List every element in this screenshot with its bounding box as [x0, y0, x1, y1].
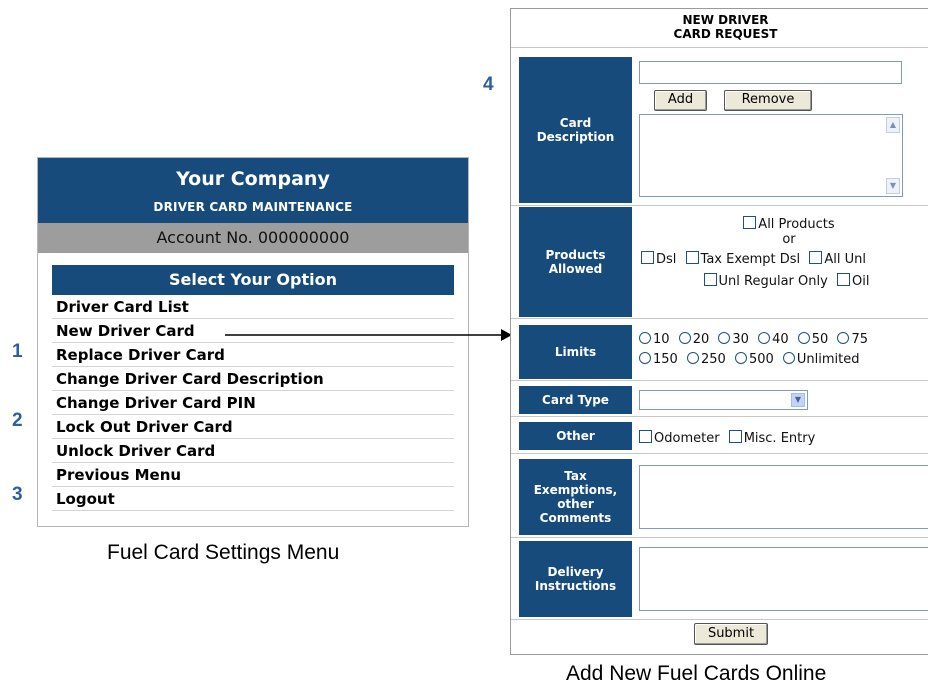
all-unl-label: All Unl — [824, 252, 866, 267]
limit-radio[interactable] — [718, 332, 731, 344]
limit-option-label: 20 — [692, 332, 710, 347]
menu-item-change-pin[interactable]: Change Driver Card PIN — [52, 391, 454, 415]
card-description-input[interactable] — [639, 61, 902, 84]
company-name: Your Company — [176, 168, 330, 190]
connector-arrow — [225, 329, 512, 341]
account-number: Account No. 000000000 — [38, 223, 468, 253]
limit-option-label: 500 — [748, 352, 774, 367]
menu-item-previous-menu[interactable]: Previous Menu — [52, 463, 454, 487]
limit-option-label: 30 — [732, 332, 749, 347]
menu-item-lock-out[interactable]: Lock Out Driver Card — [52, 415, 454, 439]
chevron-down-icon[interactable]: ▼ — [791, 393, 805, 407]
tax-exemptions-textarea[interactable] — [639, 465, 928, 529]
select-option-header: Select Your Option — [52, 265, 454, 295]
label-text: Card — [559, 116, 592, 130]
limit-radio[interactable] — [678, 332, 691, 344]
card-type-label: Card Type — [519, 386, 632, 414]
unl-regular-only-checkbox[interactable] — [703, 273, 717, 286]
all-unl-checkbox[interactable] — [809, 251, 823, 264]
submit-button[interactable]: Submit — [694, 623, 768, 645]
limit-radio[interactable] — [758, 332, 771, 344]
menu-item-driver-card-list[interactable]: Driver Card List — [52, 295, 454, 319]
limit-radio[interactable] — [837, 332, 850, 344]
form-title: NEW DRIVER CARD REQUEST — [511, 9, 928, 47]
odometer-label: Odometer — [654, 431, 720, 446]
card-type-select[interactable]: ▼ — [639, 390, 808, 410]
limit-radio[interactable] — [639, 352, 651, 364]
menu-item-replace-driver-card[interactable]: Replace Driver Card — [52, 343, 454, 367]
step-number-1: 1 — [12, 341, 23, 362]
all-products-label: All Products — [758, 217, 835, 232]
label-text: Comments — [539, 511, 612, 525]
menu-item-change-description[interactable]: Change Driver Card Description — [52, 367, 454, 391]
limit-radio[interactable] — [797, 332, 810, 344]
step-number-4: 4 — [483, 74, 494, 95]
limits-options: 10 20 30 40 50 75 150 250 500 Unlimited — [639, 330, 928, 370]
scroll-down-icon[interactable]: ▼ — [886, 178, 900, 194]
limit-option-label: 50 — [811, 332, 829, 347]
limit-option-label: 10 — [653, 332, 670, 347]
dsl-checkbox[interactable] — [641, 251, 654, 264]
card-description-label: Card Description — [519, 57, 632, 203]
menu-caption: Fuel Card Settings Menu — [107, 541, 340, 564]
label-text: Exemptions, — [533, 483, 618, 497]
tax-exempt-dsl-label: Tax Exempt Dsl — [700, 252, 801, 267]
limit-radio[interactable] — [782, 352, 795, 364]
menu-item-logout[interactable]: Logout — [52, 487, 454, 511]
all-products-checkbox[interactable] — [743, 216, 757, 229]
step-number-2: 2 — [12, 410, 23, 431]
dsl-label: Dsl — [656, 252, 677, 267]
limit-option-label: 150 — [653, 352, 678, 367]
limits-label: Limits — [519, 325, 632, 379]
label-text: Tax — [564, 469, 587, 483]
label-text: other — [557, 497, 594, 511]
tax-exempt-dsl-checkbox[interactable] — [685, 251, 699, 264]
limit-radio[interactable] — [639, 332, 651, 344]
form-title-line-1: NEW DRIVER — [682, 13, 769, 27]
delivery-instructions-textarea[interactable] — [639, 547, 928, 611]
label-text: Instructions — [534, 579, 617, 593]
label-text: Description — [536, 130, 615, 144]
oil-checkbox[interactable] — [836, 273, 850, 286]
unl-regular-only-label: Unl Regular Only — [718, 274, 828, 289]
oil-label: Oil — [851, 274, 870, 289]
card-description-list[interactable]: ▲ ▼ — [639, 114, 903, 197]
menu-item-unlock[interactable]: Unlock Driver Card — [52, 439, 454, 463]
label-text: Delivery — [547, 565, 604, 579]
other-options: Odometer Misc. Entry — [639, 430, 928, 446]
add-button[interactable]: Add — [654, 90, 707, 111]
form-caption: Add New Fuel Cards Online — [566, 662, 827, 685]
menu-subtitle: DRIVER CARD MAINTENANCE — [153, 200, 353, 214]
or-text: or — [782, 232, 796, 247]
other-label: Other — [519, 422, 632, 450]
tax-exemptions-label: Tax Exemptions, other Comments — [519, 459, 632, 535]
limit-option-label: 40 — [772, 332, 789, 347]
step-number-3: 3 — [12, 484, 23, 505]
scroll-up-icon[interactable]: ▲ — [886, 117, 900, 133]
form-title-line-2: CARD REQUEST — [673, 27, 778, 41]
limit-radio[interactable] — [734, 352, 747, 364]
misc-entry-checkbox[interactable] — [728, 430, 742, 443]
limit-option-label: 250 — [700, 352, 726, 367]
limit-option-label: Unlimited — [796, 352, 860, 367]
new-driver-card-form: NEW DRIVER CARD REQUEST Card Description… — [510, 8, 928, 655]
odometer-checkbox[interactable] — [639, 430, 652, 443]
limit-radio[interactable] — [686, 352, 699, 364]
label-text: Products — [545, 248, 606, 262]
misc-entry-label: Misc. Entry — [743, 431, 816, 446]
company-header: Your Company DRIVER CARD MAINTENANCE — [38, 158, 468, 223]
limit-option-label: 75 — [851, 332, 868, 347]
products-allowed-label: Products Allowed — [519, 207, 632, 317]
remove-button[interactable]: Remove — [724, 90, 812, 111]
products-options: All Products or Dsl Tax Exempt Dsl All U… — [639, 216, 928, 290]
label-text: Allowed — [548, 262, 603, 276]
delivery-instructions-label: Delivery Instructions — [519, 541, 632, 617]
